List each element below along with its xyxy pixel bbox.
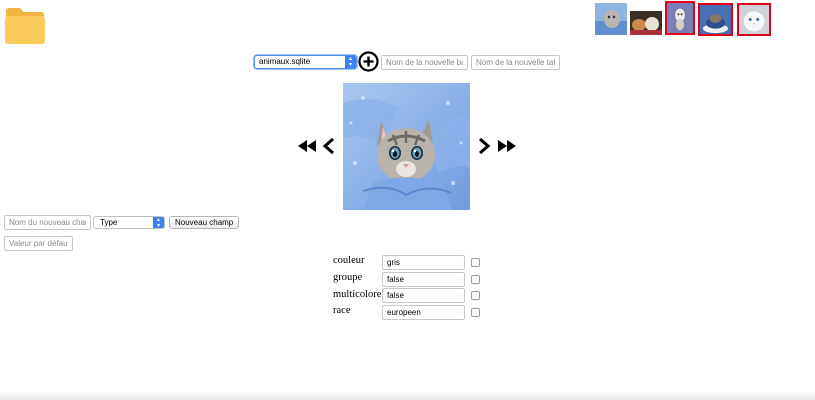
previous-button[interactable] (322, 137, 336, 155)
attr-value-couleur[interactable] (382, 255, 465, 270)
fast-forward-icon (498, 140, 516, 152)
attr-label-multicolore: multicolore (333, 289, 382, 300)
add-base-button[interactable] (358, 51, 379, 72)
default-value-input[interactable] (4, 236, 73, 251)
database-select[interactable]: animaux.sqlite ▴ ▾ (254, 55, 357, 69)
attr-value-race[interactable] (382, 305, 465, 320)
chevron-updown-icon: ▴ ▾ (345, 56, 356, 68)
new-field-button[interactable]: Nouveau champ (169, 216, 240, 229)
first-button[interactable] (297, 138, 317, 154)
next-button[interactable] (477, 137, 491, 155)
last-button[interactable] (497, 138, 517, 154)
thumb-dogs[interactable] (630, 11, 662, 35)
attr-checkbox-race[interactable] (471, 308, 480, 317)
attr-label-couleur: couleur (333, 255, 365, 266)
chevron-left-icon (322, 137, 334, 155)
folder-icon[interactable] (4, 6, 45, 44)
attr-label-race: race (333, 305, 351, 316)
fast-backward-icon (298, 140, 316, 152)
new-field-input[interactable] (4, 215, 91, 230)
attr-value-multicolore[interactable] (382, 288, 465, 303)
new-table-input[interactable] (471, 55, 560, 70)
type-select[interactable]: Type ▴ ▾ (93, 216, 165, 229)
attr-checkbox-couleur[interactable] (471, 258, 480, 267)
attr-checkbox-multicolore[interactable] (471, 291, 480, 300)
chevron-right-icon (479, 137, 491, 155)
thumb-kitten-blanket[interactable] (595, 3, 627, 35)
plus-circle-icon (358, 51, 379, 72)
attr-checkbox-groupe[interactable] (471, 275, 480, 284)
main-animal-image (343, 83, 470, 210)
window-bottom-edge (0, 392, 815, 400)
attr-value-groupe[interactable] (382, 272, 465, 287)
thumb-kitten-jump[interactable] (665, 1, 695, 35)
new-base-input[interactable] (381, 55, 468, 70)
thumb-white-kitten[interactable] (737, 3, 771, 36)
attr-label-groupe: groupe (333, 272, 363, 283)
chevron-updown-icon: ▴ ▾ (153, 217, 164, 229)
database-select-value: animaux.sqlite (259, 57, 311, 66)
thumb-cat-cup[interactable] (698, 3, 733, 36)
type-select-value: Type (100, 218, 118, 227)
